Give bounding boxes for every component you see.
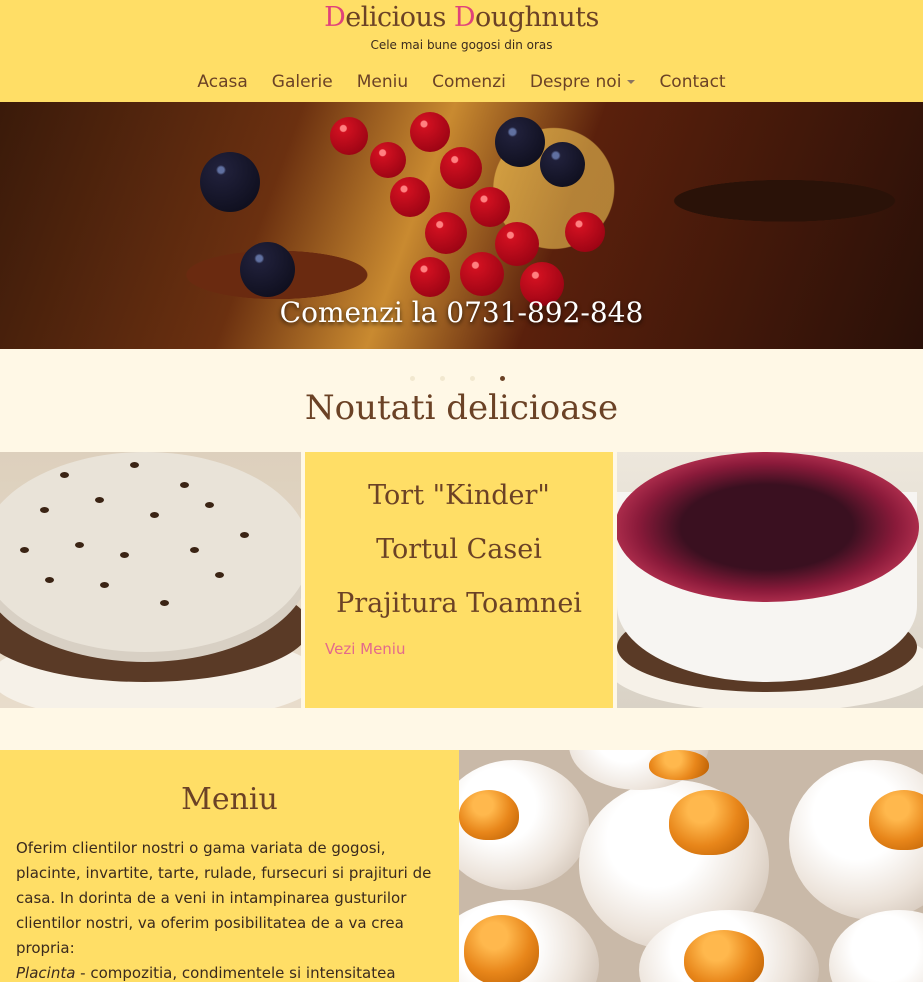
site-logo[interactable]: Delicious Doughnuts — [0, 2, 923, 33]
site-tagline: Cele mai bune gogosi din oras — [370, 38, 553, 52]
logo-text-2: oughnuts — [475, 2, 599, 33]
donut-shape — [829, 910, 923, 982]
logo-text-1: elicious — [345, 2, 454, 33]
apricot-jam-shape — [684, 930, 764, 982]
meniu-description: Oferim clientilor nostri o gama variata … — [16, 836, 441, 982]
blackberry-decoration — [240, 242, 295, 297]
cake-top-shape — [617, 452, 919, 602]
meniu-title: Meniu — [181, 782, 278, 817]
coffee-bean — [100, 582, 109, 588]
apricot-jam-shape — [459, 790, 519, 840]
coffee-bean — [215, 572, 224, 578]
noutati-title: Noutati delicioase — [304, 388, 619, 428]
coffee-bean — [45, 577, 54, 583]
nav-acasa[interactable]: Acasa — [197, 72, 247, 92]
apricot-jam-shape — [869, 790, 923, 850]
coffee-bean — [60, 472, 69, 478]
coffee-bean — [240, 532, 249, 538]
cake-coffee-image — [0, 452, 301, 708]
nav-despre-noi[interactable]: Despre noi — [530, 72, 636, 92]
apricot-jam-shape — [649, 750, 709, 780]
carousel-indicators — [410, 376, 505, 381]
coffee-bean — [205, 502, 214, 508]
site-header: Delicious Doughnuts Cele mai bune gogosi… — [0, 0, 923, 102]
berry-decoration — [390, 177, 430, 217]
meniu-text-em: Placinta — [16, 964, 76, 982]
hero-carousel[interactable]: Comenzi la 0731-892-848 — [0, 102, 923, 349]
meniu-text-main: Oferim clientilor nostri o gama variata … — [16, 839, 432, 957]
donuts-image — [459, 750, 923, 982]
carousel-dot-1[interactable] — [410, 376, 415, 381]
nav-meniu[interactable]: Meniu — [357, 72, 408, 92]
carousel-dot-3[interactable] — [470, 376, 475, 381]
berry-decoration — [470, 187, 510, 227]
berry-decoration — [410, 257, 450, 297]
blackberry-decoration — [540, 142, 585, 187]
berry-decoration — [370, 142, 406, 178]
cake-berries-image — [617, 452, 923, 708]
noutati-list-box: Tort "Kinder" Tortul Casei Prajitura Toa… — [305, 452, 613, 708]
noutati-item-2[interactable]: Tortul Casei — [305, 534, 613, 565]
coffee-bean — [130, 462, 139, 468]
noutati-item-3[interactable]: Prajitura Toamnei — [305, 588, 613, 619]
coffee-bean — [120, 552, 129, 558]
berry-decoration — [460, 252, 504, 296]
blackberry-decoration — [200, 152, 260, 212]
coffee-bean — [20, 547, 29, 553]
coffee-bean — [40, 507, 49, 513]
berry-decoration — [425, 212, 467, 254]
vezi-meniu-link[interactable]: Vezi Meniu — [325, 640, 406, 658]
nav-despre-noi-label: Despre noi — [529, 72, 622, 92]
berry-decoration — [440, 147, 482, 189]
coffee-bean — [160, 600, 169, 606]
caret-down-icon — [627, 80, 636, 84]
noutati-item-1[interactable]: Tort "Kinder" — [305, 480, 613, 511]
logo-letter-d2: D — [453, 2, 476, 33]
berry-decoration — [495, 222, 539, 266]
main-nav: Acasa Galerie Meniu Comenzi Despre noi C… — [0, 72, 923, 92]
cake-top-shape — [0, 452, 301, 652]
nav-comenzi[interactable]: Comenzi — [432, 72, 506, 92]
logo-letter-d1: D — [324, 2, 346, 33]
carousel-dot-2[interactable] — [440, 376, 445, 381]
berry-decoration — [410, 112, 450, 152]
apricot-jam-shape — [464, 915, 539, 982]
coffee-bean — [180, 482, 189, 488]
berry-decoration — [565, 212, 605, 252]
apricot-jam-shape — [669, 790, 749, 855]
coffee-bean — [75, 542, 84, 548]
carousel-dot-4[interactable] — [500, 376, 505, 381]
blackberry-decoration — [495, 117, 545, 167]
coffee-bean — [150, 512, 159, 518]
hero-caption: Comenzi la 0731-892-848 — [279, 296, 644, 329]
coffee-bean — [190, 547, 199, 553]
nav-contact[interactable]: Contact — [659, 72, 725, 92]
nav-galerie[interactable]: Galerie — [272, 72, 333, 92]
berry-decoration — [330, 117, 368, 155]
coffee-bean — [95, 497, 104, 503]
